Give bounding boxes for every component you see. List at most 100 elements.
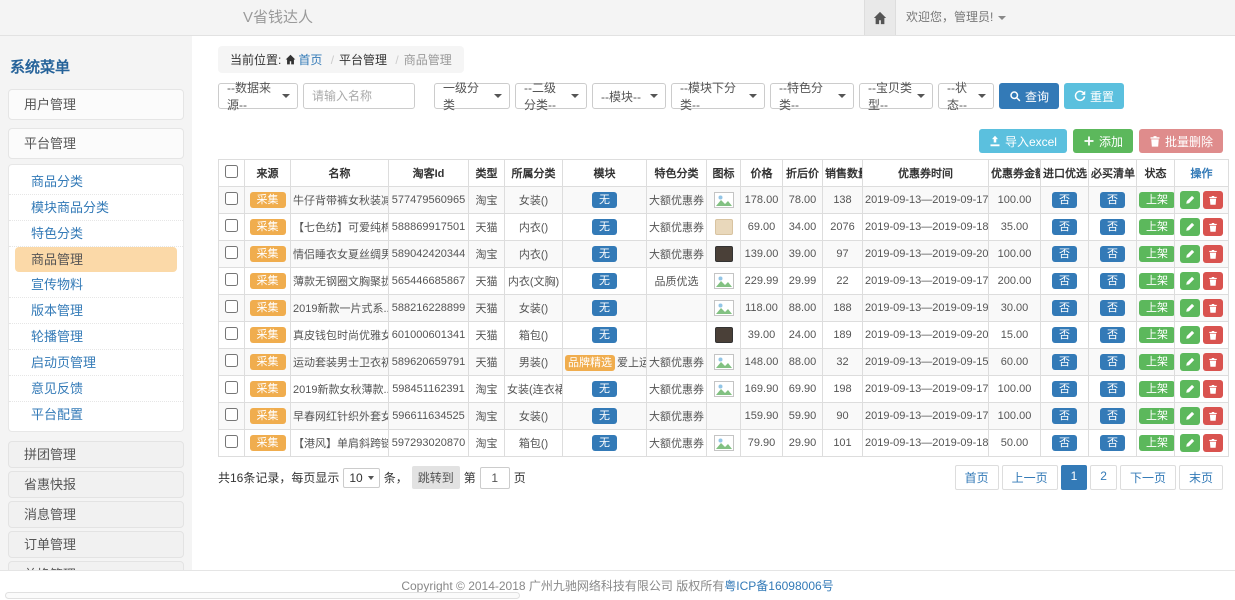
must-buy-toggle[interactable]: 否 bbox=[1100, 435, 1125, 451]
sidebar-item-splash-mgmt[interactable]: 启动页管理 bbox=[9, 350, 183, 376]
row-checkbox[interactable] bbox=[225, 246, 238, 259]
status-badge[interactable]: 上架 bbox=[1139, 381, 1175, 397]
edit-button[interactable] bbox=[1180, 245, 1200, 263]
row-checkbox[interactable] bbox=[225, 354, 238, 367]
must-buy-toggle[interactable]: 否 bbox=[1100, 408, 1125, 424]
sidebar-item-feature-category[interactable]: 特色分类 bbox=[9, 221, 183, 247]
batch-delete-button[interactable]: 批量删除 bbox=[1139, 129, 1223, 153]
import-select-toggle[interactable]: 否 bbox=[1052, 435, 1077, 451]
status-badge[interactable]: 上架 bbox=[1139, 408, 1175, 424]
must-buy-toggle[interactable]: 否 bbox=[1100, 246, 1125, 262]
must-buy-toggle[interactable]: 否 bbox=[1100, 327, 1125, 343]
row-checkbox[interactable] bbox=[225, 381, 238, 394]
sidebar-item-promo-material[interactable]: 宣传物料 bbox=[9, 272, 183, 298]
delete-button[interactable] bbox=[1203, 353, 1223, 371]
must-buy-toggle[interactable]: 否 bbox=[1100, 381, 1125, 397]
page-number-input[interactable] bbox=[480, 467, 510, 489]
import-select-toggle[interactable]: 否 bbox=[1052, 219, 1077, 235]
status-badge[interactable]: 上架 bbox=[1139, 354, 1175, 370]
sidebar-item-order-mgmt[interactable]: 订单管理 bbox=[8, 531, 184, 558]
status-badge[interactable]: 上架 bbox=[1139, 192, 1175, 208]
row-checkbox[interactable] bbox=[225, 273, 238, 286]
import-select-toggle[interactable]: 否 bbox=[1052, 192, 1077, 208]
select-all-checkbox[interactable] bbox=[225, 165, 238, 178]
edit-button[interactable] bbox=[1180, 272, 1200, 290]
import-excel-button[interactable]: 导入excel bbox=[979, 129, 1067, 153]
status-badge[interactable]: 上架 bbox=[1139, 219, 1175, 235]
status-badge[interactable]: 上架 bbox=[1139, 327, 1175, 343]
import-select-toggle[interactable]: 否 bbox=[1052, 273, 1077, 289]
search-button[interactable]: 查询 bbox=[999, 83, 1059, 109]
add-button[interactable]: 添加 bbox=[1073, 129, 1133, 153]
status-badge[interactable]: 上架 bbox=[1139, 300, 1175, 316]
must-buy-toggle[interactable]: 否 bbox=[1100, 219, 1125, 235]
edit-button[interactable] bbox=[1180, 326, 1200, 344]
delete-button[interactable] bbox=[1203, 434, 1223, 452]
delete-button[interactable] bbox=[1203, 191, 1223, 209]
sidebar-item-user-mgmt[interactable]: 用户管理 bbox=[8, 89, 184, 120]
page-1-button[interactable]: 1 bbox=[1061, 465, 1088, 490]
edit-button[interactable] bbox=[1180, 191, 1200, 209]
sidebar-item-goods-category[interactable]: 商品分类 bbox=[9, 169, 183, 195]
must-buy-toggle[interactable]: 否 bbox=[1100, 192, 1125, 208]
sidebar-item-message-mgmt[interactable]: 消息管理 bbox=[8, 501, 184, 528]
delete-button[interactable] bbox=[1203, 218, 1223, 236]
sidebar-item-carousel-mgmt[interactable]: 轮播管理 bbox=[9, 324, 183, 350]
page-2-button[interactable]: 2 bbox=[1090, 465, 1117, 490]
edit-button[interactable] bbox=[1180, 218, 1200, 236]
home-button[interactable] bbox=[864, 0, 896, 35]
last-page-button[interactable]: 末页 bbox=[1179, 465, 1223, 490]
row-checkbox[interactable] bbox=[225, 300, 238, 313]
next-page-button[interactable]: 下一页 bbox=[1120, 465, 1176, 490]
sidebar-item-goods-mgmt[interactable]: 商品管理 bbox=[15, 247, 177, 272]
row-checkbox[interactable] bbox=[225, 408, 238, 421]
delete-button[interactable] bbox=[1203, 326, 1223, 344]
import-select-toggle[interactable]: 否 bbox=[1052, 300, 1077, 316]
filter-module-sub-select[interactable]: --模块下分类-- bbox=[671, 83, 765, 109]
status-badge[interactable]: 上架 bbox=[1139, 435, 1175, 451]
status-badge[interactable]: 上架 bbox=[1139, 246, 1175, 262]
must-buy-toggle[interactable]: 否 bbox=[1100, 300, 1125, 316]
horizontal-scrollbar[interactable] bbox=[5, 592, 520, 599]
filter-category2-select[interactable]: --二级分类-- bbox=[515, 83, 587, 109]
prev-page-button[interactable]: 上一页 bbox=[1002, 465, 1058, 490]
sidebar-item-saving-express[interactable]: 省惠快报 bbox=[8, 471, 184, 498]
delete-button[interactable] bbox=[1203, 380, 1223, 398]
delete-button[interactable] bbox=[1203, 272, 1223, 290]
user-menu[interactable]: 欢迎您，管理员! bbox=[906, 0, 1006, 35]
per-page-select[interactable]: 10 bbox=[343, 468, 379, 488]
filter-category1-select[interactable]: 一级分类 bbox=[434, 83, 510, 109]
delete-button[interactable] bbox=[1203, 245, 1223, 263]
import-select-toggle[interactable]: 否 bbox=[1052, 246, 1077, 262]
row-checkbox[interactable] bbox=[225, 219, 238, 232]
row-checkbox[interactable] bbox=[225, 435, 238, 448]
status-badge[interactable]: 上架 bbox=[1139, 273, 1175, 289]
filter-source-select[interactable]: --数据来源-- bbox=[218, 83, 298, 109]
sidebar-item-version-mgmt[interactable]: 版本管理 bbox=[9, 298, 183, 324]
import-select-toggle[interactable]: 否 bbox=[1052, 354, 1077, 370]
sidebar-item-group-buy-mgmt[interactable]: 拼团管理 bbox=[8, 441, 184, 468]
first-page-button[interactable]: 首页 bbox=[955, 465, 999, 490]
delete-button[interactable] bbox=[1203, 407, 1223, 425]
edit-button[interactable] bbox=[1180, 407, 1200, 425]
must-buy-toggle[interactable]: 否 bbox=[1100, 354, 1125, 370]
import-select-toggle[interactable]: 否 bbox=[1052, 327, 1077, 343]
name-search-input[interactable] bbox=[303, 83, 415, 109]
filter-item-type-select[interactable]: --宝贝类型-- bbox=[859, 83, 933, 109]
filter-module-select[interactable]: --模块-- bbox=[592, 83, 666, 109]
edit-button[interactable] bbox=[1180, 434, 1200, 452]
edit-button[interactable] bbox=[1180, 299, 1200, 317]
icp-link[interactable]: 粤ICP备16098006号 bbox=[724, 579, 833, 593]
edit-button[interactable] bbox=[1180, 380, 1200, 398]
sidebar-item-platform-mgmt[interactable]: 平台管理 bbox=[8, 128, 184, 159]
delete-button[interactable] bbox=[1203, 299, 1223, 317]
sidebar-item-exchange-mgmt[interactable]: 兑换管理 bbox=[8, 561, 184, 570]
filter-status-select[interactable]: --状态-- bbox=[938, 83, 994, 109]
jump-button[interactable]: 跳转到 bbox=[412, 466, 460, 489]
edit-button[interactable] bbox=[1180, 353, 1200, 371]
import-select-toggle[interactable]: 否 bbox=[1052, 408, 1077, 424]
reset-button[interactable]: 重置 bbox=[1064, 83, 1124, 109]
sidebar-item-module-goods-category[interactable]: 模块商品分类 bbox=[9, 195, 183, 221]
breadcrumb-home-link[interactable]: 首页 bbox=[298, 53, 322, 67]
import-select-toggle[interactable]: 否 bbox=[1052, 381, 1077, 397]
